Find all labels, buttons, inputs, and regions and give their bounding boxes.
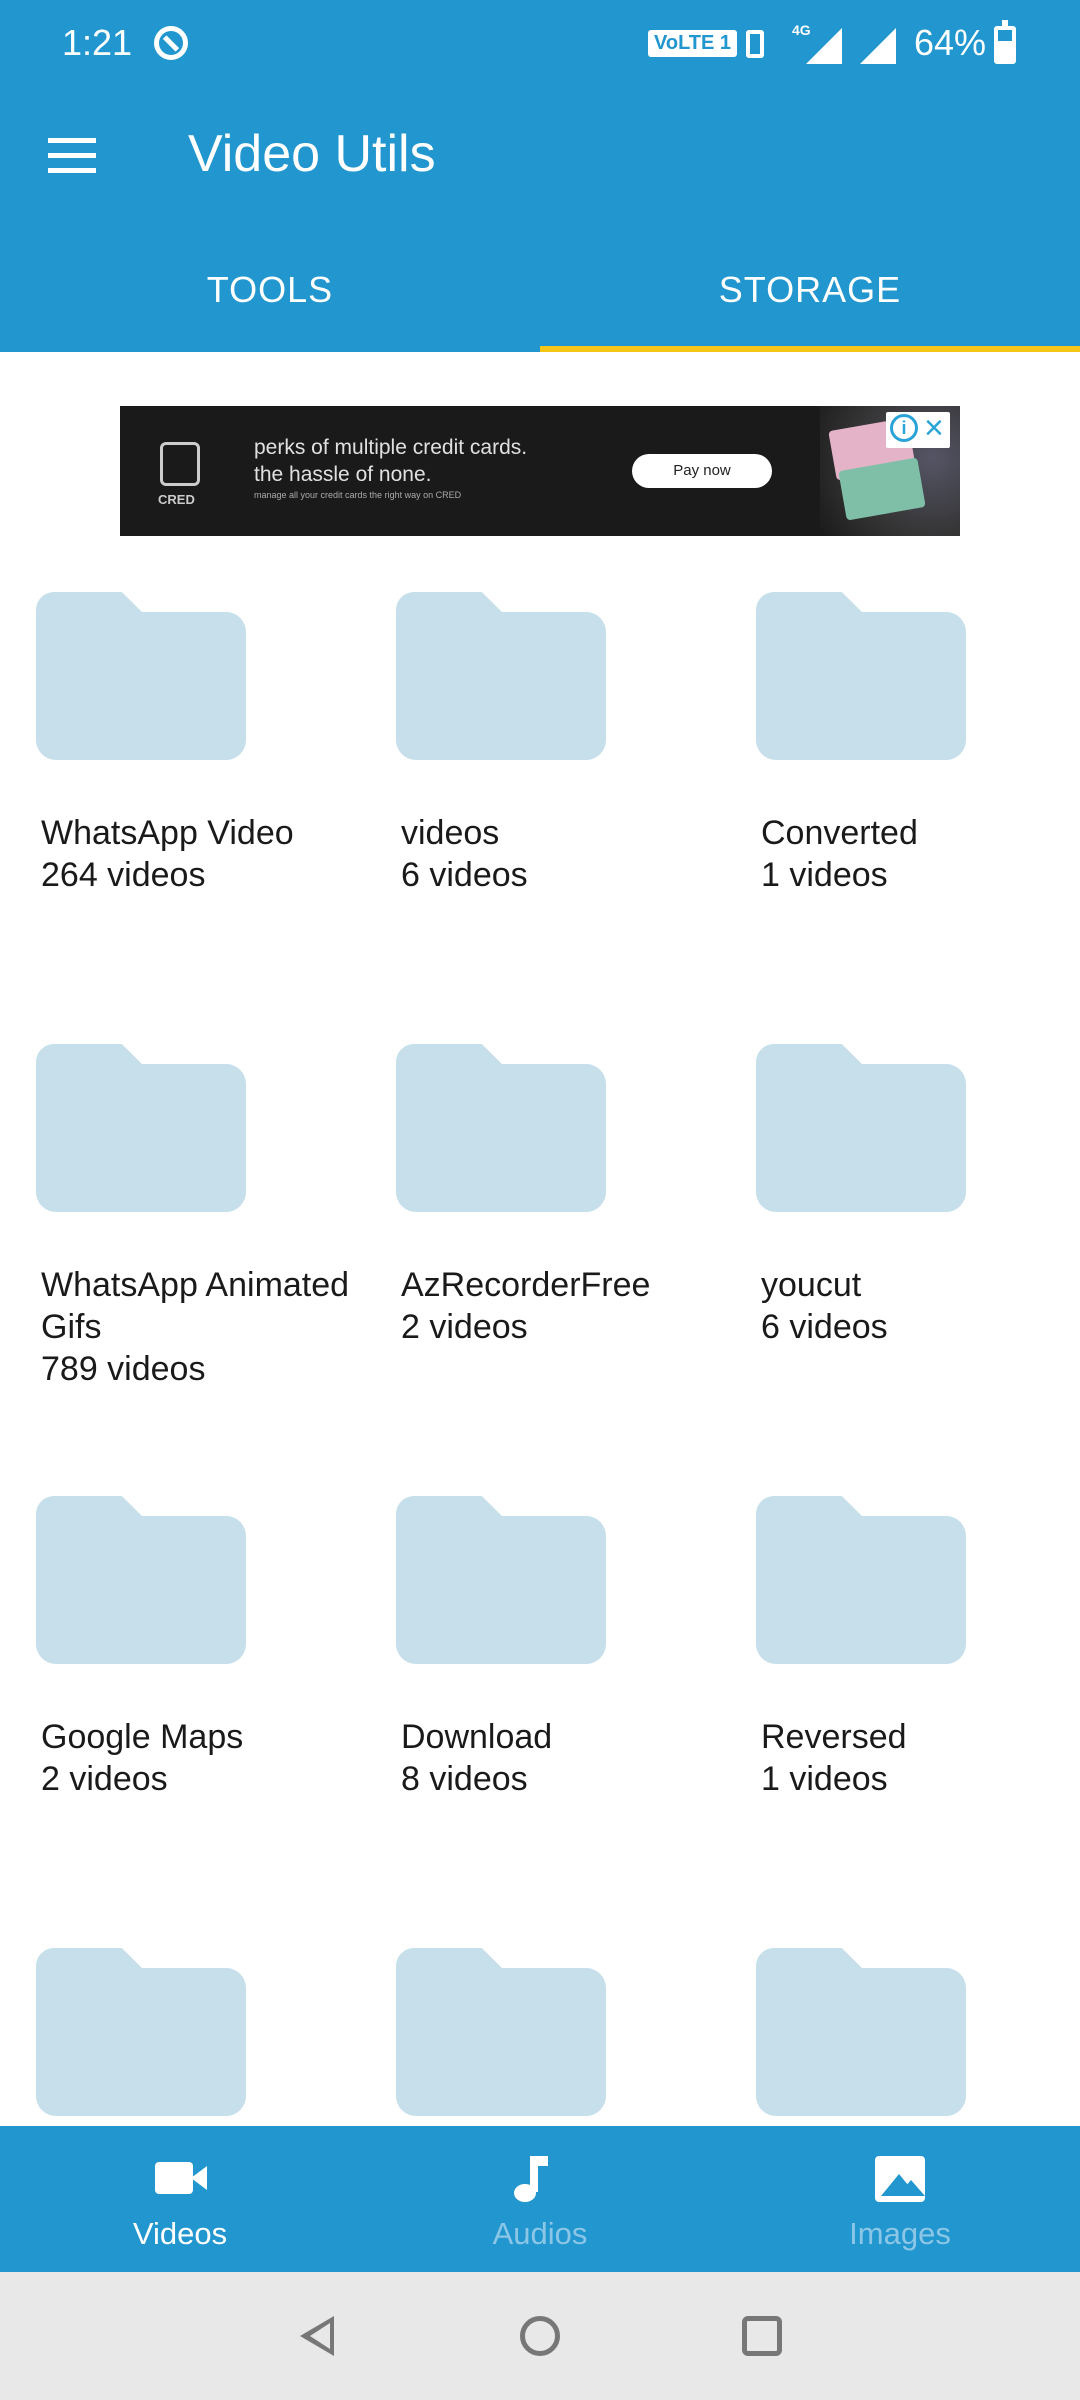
ad-headline-2: the hassle of none. [254,463,432,486]
nav-audios-label: Audios [492,2216,588,2251]
folder-caption: videos 6 videos [401,812,731,896]
folder-caption: WhatsApp Video 264 videos [41,812,371,896]
folder-video-count: 1 videos [761,856,888,894]
folder-name: Converted [761,814,918,852]
folder-caption: WhatsApp Animated Gifs 789 videos [41,1264,371,1390]
folder-name: WhatsApp Animated Gifs [41,1266,350,1346]
folder-grid: WhatsApp Video 264 videos videos 6 videos Co… [0,588,1080,2126]
folder-icon [36,1944,246,2118]
folder-icon [396,1944,606,2118]
folder-video-count: 2 videos [41,1760,168,1798]
folder-icon [756,588,966,762]
folder-name: Reversed [761,1718,907,1756]
tab-indicator [540,346,1080,352]
folder-caption: Converted 1 videos [761,812,1080,896]
folder-name: Download [401,1718,553,1756]
status-time: 1:21 [62,22,133,63]
folder-name: videos [401,814,500,852]
folder-name: WhatsApp Video [41,814,294,852]
folder-name: AzRecorderFree [401,1266,651,1304]
folder-name: youcut [761,1266,862,1304]
nav-videos[interactable]: Videos [0,2126,360,2272]
cred-logo-icon [160,442,200,486]
music-note-icon [514,2156,548,2202]
video-camera-icon [155,2162,207,2194]
nav-images[interactable]: Images [720,2126,1080,2272]
ad-choices[interactable]: i × [886,410,950,448]
folder-caption: youcut 6 videos [761,1264,1080,1348]
folder-icon [756,1492,966,1666]
data-saver-icon [154,26,188,60]
nav-images-label: Images [849,2216,951,2251]
folder-icon [396,588,606,762]
folder-caption: Reversed 1 videos [761,1716,1080,1800]
app-title: Video Utils [188,125,436,183]
ad-logo-text: CRED [158,492,195,507]
close-icon[interactable]: × [924,410,944,446]
signal-sim1-icon [806,28,842,64]
ad-headline-1: perks of multiple credit cards. [254,436,528,459]
volte-badge: VoLTE 1 [648,30,738,57]
folder-caption: AzRecorderFree 2 videos [401,1264,731,1348]
folder-video-count: 2 videos [401,1308,528,1346]
folder-icon [36,1040,246,1214]
folder-video-count: 789 videos [41,1350,206,1388]
folder-icon [36,1492,246,1666]
folder-name: Google Maps [41,1718,244,1756]
signal-sim2-icon [860,28,896,64]
nav-videos-label: Videos [132,2216,228,2251]
folder-video-count: 6 videos [761,1308,888,1346]
tab-bar: TOOLS STORAGE [0,222,1080,352]
hamburger-menu-icon[interactable] [48,138,96,173]
folder-video-count: 264 videos [41,856,206,894]
ad-banner[interactable]: CRED perks of multiple credit cards. the… [120,406,960,536]
nav-audios[interactable]: Audios [360,2126,720,2272]
app-bar: Video Utils [0,88,1080,222]
info-icon[interactable]: i [890,414,918,442]
battery-icon [994,20,1016,64]
folder-icon [396,1040,606,1214]
folder-icon [36,588,246,762]
tab-storage[interactable]: STORAGE [540,222,1080,352]
folder-video-count: 1 videos [761,1760,888,1798]
bottom-navigation: Videos Audios Images [0,2126,1080,2272]
folder-icon [756,1040,966,1214]
folder-caption: Download 8 videos [401,1716,731,1800]
recents-icon[interactable] [742,2316,782,2356]
home-icon[interactable] [520,2316,560,2356]
back-icon[interactable] [300,2316,334,2356]
ad-subtext: manage all your credit cards the right w… [254,490,462,500]
folder-video-count: 6 videos [401,856,528,894]
folder-caption: Google Maps 2 videos [41,1716,371,1800]
tab-tools[interactable]: TOOLS [0,222,540,352]
battery-percent: 64% [914,22,987,63]
image-icon [875,2156,925,2202]
vibrate-icon [746,30,764,58]
ad-cta-button[interactable]: Pay now [632,454,772,488]
status-bar: 1:21 VoLTE 1 4G 64% [0,0,1080,88]
folder-icon [756,1944,966,2118]
system-navigation-bar [0,2272,1080,2400]
folder-video-count: 8 videos [401,1760,528,1798]
folder-icon [396,1492,606,1666]
